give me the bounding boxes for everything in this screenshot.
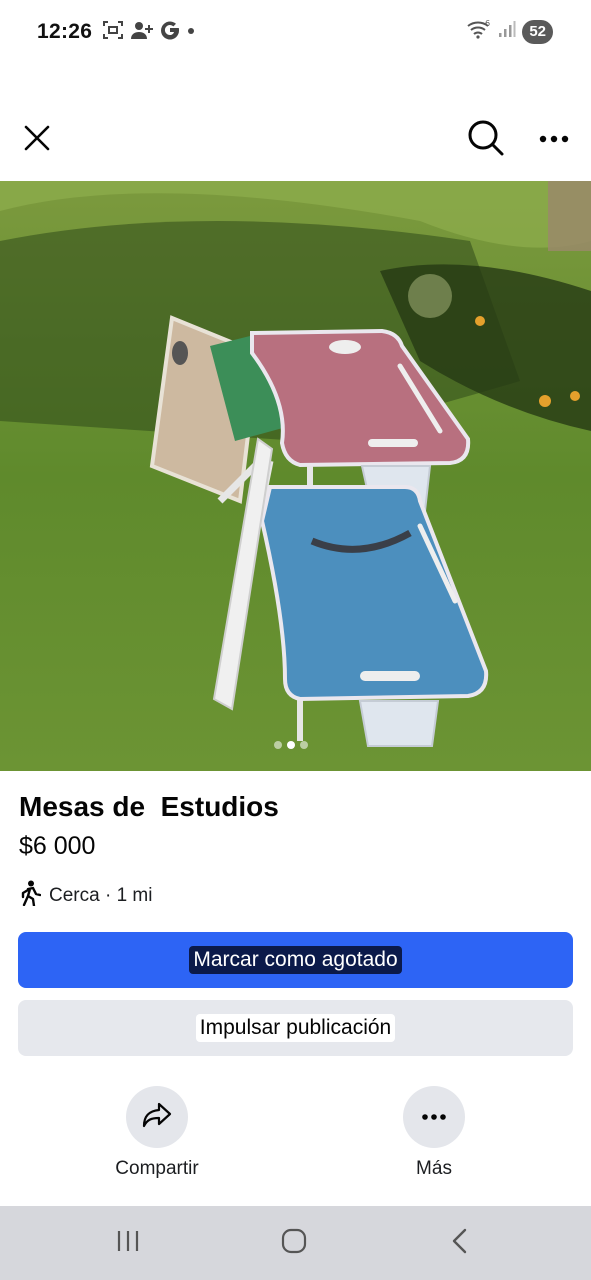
listing-distance: Cerca · 1 mi [19,880,152,912]
product-photo[interactable] [0,181,591,771]
carousel-dot [300,741,308,749]
close-button[interactable] [15,118,59,162]
more-label: Más [416,1158,452,1179]
carousel-dot-active [287,741,295,749]
more-options-button[interactable] [532,118,576,162]
walking-person-icon [19,880,42,912]
share-label: Compartir [115,1158,199,1179]
share-icon [142,1102,172,1133]
status-left-icons [102,19,196,46]
dot-icon [186,19,196,46]
distance-label: Cerca · 1 mi [49,885,153,906]
person-add-icon [130,19,154,46]
top-bar [0,108,591,172]
svg-text:6: 6 [485,19,490,28]
system-nav-bar [0,1206,591,1280]
status-bar: 12:26 6 52 [0,0,591,66]
home-icon [281,1228,307,1259]
mark-sold-label: Marcar como agotado [189,946,402,974]
back-icon [450,1228,470,1259]
listing-price: $6 000 [19,832,96,860]
share-button[interactable] [126,1086,188,1148]
signal-icon [498,18,516,45]
wifi-icon: 6 [466,18,492,45]
back-button[interactable] [438,1223,482,1263]
screenshot-icon [102,19,124,46]
carousel-dots [274,741,308,749]
home-button[interactable] [272,1223,316,1263]
status-time: 12:26 [37,20,93,43]
more-dots-icon [421,1108,447,1126]
close-icon [23,124,51,157]
more-icon [538,131,570,149]
battery-indicator: 52 [522,19,553,44]
search-icon [467,119,505,162]
mark-sold-button[interactable]: Marcar como agotado [18,932,573,988]
google-g-icon [160,19,180,46]
boost-listing-button[interactable]: Impulsar publicación [18,1000,573,1056]
share-action[interactable]: Compartir [97,1086,217,1180]
carousel-dot [274,741,282,749]
more-button[interactable] [403,1086,465,1148]
search-button[interactable] [464,118,508,162]
recent-apps-icon [115,1229,141,1258]
status-right: 6 52 [466,18,553,45]
more-action[interactable]: Más [374,1086,494,1180]
recent-apps-button[interactable] [106,1223,150,1263]
listing-title: Mesas de Estudios [19,791,279,822]
boost-listing-label: Impulsar publicación [195,1014,396,1042]
